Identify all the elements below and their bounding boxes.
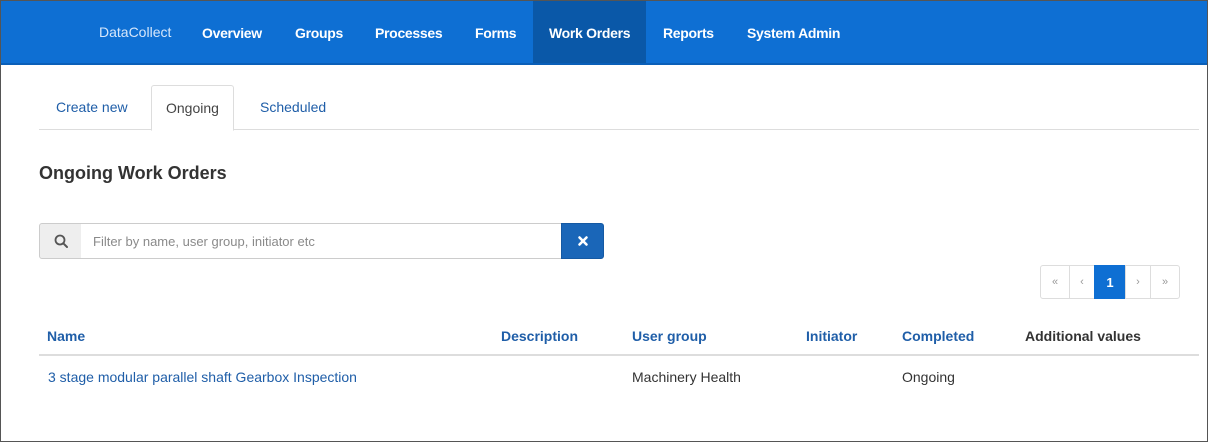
brand-link[interactable]: DataCollect [99, 24, 171, 40]
tab-ongoing[interactable]: Ongoing [151, 85, 234, 131]
nav-item-processes[interactable]: Processes [375, 1, 443, 63]
table-header-divider [39, 354, 1199, 356]
pagination-last-button[interactable]: » [1150, 265, 1180, 299]
nav-item-overview[interactable]: Overview [202, 1, 262, 63]
pagination-next-button[interactable]: › [1125, 265, 1151, 299]
column-header-initiator[interactable]: Initiator [806, 328, 857, 344]
top-navbar: DataCollect Overview Groups Processes Fo… [1, 1, 1207, 65]
search-icon [54, 234, 68, 248]
search-addon [39, 223, 82, 259]
app-frame: DataCollect Overview Groups Processes Fo… [0, 0, 1208, 442]
work-order-tabs: Create new Ongoing Scheduled [39, 85, 1199, 131]
nav-item-work-orders[interactable]: Work Orders [533, 1, 647, 63]
pagination-current-page[interactable]: 1 [1094, 265, 1126, 299]
close-icon [578, 236, 588, 246]
nav-item-groups[interactable]: Groups [295, 1, 343, 63]
column-header-completed[interactable]: Completed [902, 328, 974, 344]
tab-scheduled[interactable]: Scheduled [260, 85, 326, 130]
column-header-description[interactable]: Description [501, 328, 578, 344]
pagination-prev-button[interactable]: ‹ [1069, 265, 1095, 299]
row-completed-status: Ongoing [902, 369, 955, 385]
pagination: « ‹ 1 › » [1040, 265, 1180, 299]
column-header-name[interactable]: Name [47, 328, 85, 344]
pagination-first-button[interactable]: « [1040, 265, 1070, 299]
nav-item-system-admin[interactable]: System Admin [747, 1, 840, 63]
column-header-additional-values: Additional values [1025, 328, 1141, 344]
page-title: Ongoing Work Orders [39, 163, 227, 183]
row-user-group: Machinery Health [632, 369, 741, 385]
search-input[interactable] [81, 223, 562, 259]
nav-item-forms[interactable]: Forms [475, 1, 517, 63]
column-header-user-group[interactable]: User group [632, 328, 707, 344]
work-order-name-link[interactable]: 3 stage modular parallel shaft Gearbox I… [48, 369, 357, 385]
nav-item-reports[interactable]: Reports [663, 1, 714, 63]
clear-search-button[interactable] [561, 223, 604, 259]
tab-create-new[interactable]: Create new [56, 85, 128, 130]
